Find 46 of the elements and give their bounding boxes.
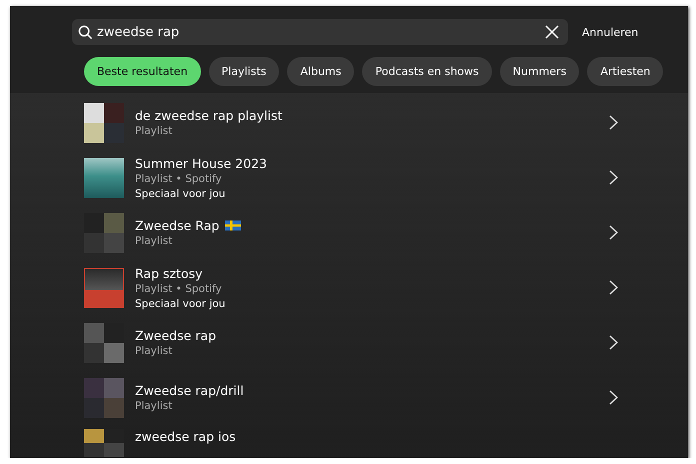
cover-art	[84, 102, 124, 142]
chevron-right-icon	[609, 280, 618, 295]
cancel-button[interactable]: Annuleren	[580, 24, 640, 40]
search-field[interactable]: zweedse rap	[72, 19, 568, 45]
cover-art	[84, 378, 124, 418]
chevron-right-icon	[609, 335, 618, 350]
result-note: Speciaal voor jou	[135, 188, 226, 200]
result-row[interactable]: Zweedse rap/drill Playlist	[10, 370, 688, 425]
result-title: zweedse rap ios	[135, 429, 236, 444]
search-input[interactable]: zweedse rap	[93, 24, 544, 40]
result-title: de zweedse rap playlist	[135, 108, 282, 123]
result-row[interactable]: de zweedse rap playlist Playlist	[10, 95, 688, 150]
result-subtitle: Playlist	[135, 345, 174, 357]
chevron-right-icon	[609, 390, 618, 405]
cover-art	[84, 212, 124, 252]
filter-chip[interactable]: Artiesten	[587, 57, 664, 86]
chevron-right-icon	[609, 225, 618, 240]
result-subtitle: Playlist • Spotify	[135, 282, 223, 294]
search-icon	[78, 24, 93, 40]
result-subtitle: Playlist • Spotify	[135, 172, 223, 184]
filter-chip[interactable]: Playlists	[208, 57, 280, 86]
result-title: Zweedse Rap	[135, 218, 220, 233]
chevron-right-icon	[609, 115, 618, 130]
result-note: Speciaal voor jou	[135, 298, 226, 310]
result-row[interactable]: Summer House 2023 Playlist • Spotify Speciaal voor jou	[10, 150, 688, 205]
cover-art	[84, 429, 124, 457]
result-title: Summer House 2023	[135, 156, 267, 170]
result-row[interactable]: zweedse rap ios	[10, 425, 688, 458]
chevron-right-icon	[609, 170, 618, 185]
clear-button[interactable]	[544, 24, 560, 40]
cover-art	[84, 158, 124, 198]
cover-art	[84, 268, 124, 308]
result-row[interactable]: Zweedse Rap Playlist	[10, 205, 688, 260]
filter-chip[interactable]: Nummers	[500, 57, 580, 86]
result-row[interactable]: Rap sztosy Playlist • Spotify Speciaal voor jou	[10, 260, 688, 315]
cover-art	[84, 322, 124, 362]
filter-chip[interactable]: Beste resultaten	[84, 57, 201, 86]
result-title: Rap sztosy	[135, 266, 203, 280]
result-title: Zweedse rap	[135, 328, 216, 343]
result-subtitle: Playlist	[135, 400, 174, 412]
result-subtitle: Playlist	[135, 125, 174, 137]
result-subtitle: Playlist	[135, 235, 174, 247]
filter-chip[interactable]: Albums	[287, 57, 354, 86]
result-row[interactable]: Zweedse rap Playlist	[10, 315, 688, 370]
result-title: Zweedse rap/drill	[135, 383, 244, 398]
filter-chip[interactable]: Podcasts en shows	[362, 57, 492, 86]
